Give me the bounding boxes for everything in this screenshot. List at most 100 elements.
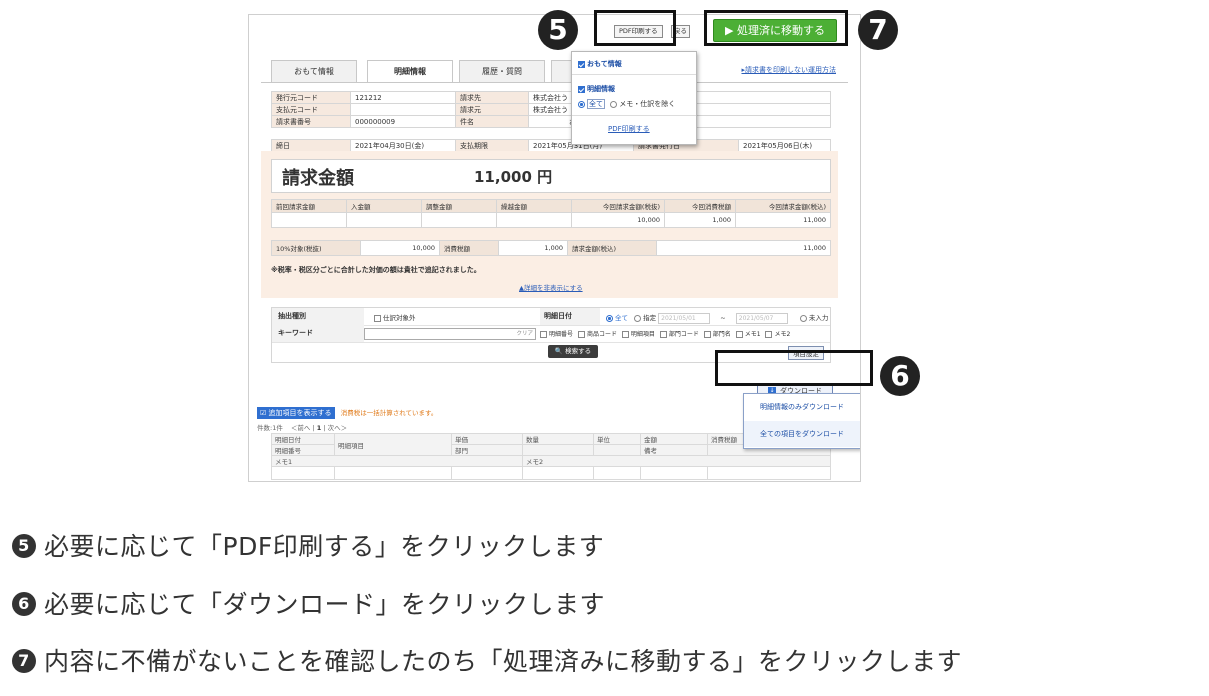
date-filter: 全て 指定 2021/05/01 ~ 2021/05/07 未入力 bbox=[606, 312, 828, 324]
cell: 支払期限 bbox=[455, 139, 529, 152]
cell: 前回請求金額 bbox=[271, 199, 347, 213]
tab-meisai[interactable]: 明細情報 bbox=[367, 60, 453, 83]
cell bbox=[271, 212, 347, 228]
hide-detail-link[interactable]: ▲詳細を非表示にする bbox=[519, 282, 583, 292]
checkbox[interactable] bbox=[621, 331, 629, 338]
checkbox[interactable] bbox=[765, 331, 773, 338]
keyword-label: キーワード bbox=[272, 325, 364, 342]
cell: 10,000 bbox=[360, 240, 440, 256]
instruction-6: 6 必要に応じて「ダウンロード」をクリックします bbox=[12, 585, 605, 621]
radio-exclude[interactable] bbox=[610, 100, 618, 108]
cell: 調整金額 bbox=[421, 199, 497, 213]
cell: 1,000 bbox=[664, 212, 736, 228]
radio-all-label: 全て bbox=[615, 314, 628, 322]
date-from-input[interactable]: 2021/05/01 bbox=[658, 312, 711, 324]
kind-option[interactable]: 仕訳対象外 bbox=[374, 312, 416, 322]
step-badge-6: 6 bbox=[880, 356, 920, 396]
cell: 2021年05月06日(木) bbox=[738, 139, 831, 152]
amount-label: 請求金額 bbox=[282, 168, 354, 189]
cell: 今回請求金額(税込) bbox=[735, 199, 831, 213]
cell: 請求金額(税込) bbox=[567, 240, 657, 256]
opt-label: 部門名 bbox=[712, 331, 731, 338]
keyword-input[interactable]: クリア bbox=[364, 328, 536, 340]
add-column-label: 追加項目を表示する bbox=[268, 409, 332, 417]
instruction-7: 7 内容に不備がないことを確認したのち「処理済みに移動する」をクリックします bbox=[12, 642, 962, 678]
filter-row-kind: 抽出種別 仕訳対象外 明細日付 全て 指定 2021/05/01 ~ 2021/… bbox=[272, 308, 830, 326]
radio-all[interactable] bbox=[578, 100, 585, 108]
checkbox[interactable] bbox=[577, 331, 585, 338]
pdf-print-button[interactable]: PDF印刷する bbox=[614, 25, 663, 38]
current-page[interactable]: 1 bbox=[317, 424, 322, 432]
keyword-clear[interactable]: クリア bbox=[516, 329, 533, 337]
prev-page-link[interactable]: ＜前へ bbox=[291, 424, 311, 432]
cell: 入金額 bbox=[346, 199, 422, 213]
opt-label: 部門コード bbox=[668, 331, 699, 338]
date-to-input[interactable]: 2021/05/07 bbox=[735, 312, 788, 324]
step-number: 6 bbox=[12, 592, 36, 616]
radio-specify[interactable] bbox=[634, 314, 642, 322]
radio-all[interactable] bbox=[606, 314, 613, 322]
instruction-text: 必要に応じて「PDF印刷する」をクリックします bbox=[44, 532, 605, 561]
filter-row-keyword: キーワード クリア 明細番号 商品コード 明細項目 部門コード 部門名 メモ1 … bbox=[272, 325, 830, 343]
radio-exclude-label: メモ・仕訳を除く bbox=[619, 100, 676, 108]
pdf-print-link[interactable]: PDF印刷する bbox=[608, 124, 650, 134]
add-column-button[interactable]: ☑ 追加項目を表示する bbox=[257, 407, 335, 419]
cell: メモ2 bbox=[522, 455, 831, 467]
next-page-link[interactable]: 次へ＞ bbox=[328, 424, 348, 432]
table-row: 10,000 1,000 11,000 bbox=[271, 212, 831, 228]
checkbox[interactable] bbox=[578, 85, 585, 93]
cell: 請求先 bbox=[455, 91, 529, 104]
table-row: 締日 2021年04月30日(金) 支払期限 2021年05月31日(月) 請求… bbox=[271, 139, 831, 152]
tax-note: ※税率・税区分ごとに合計した対価の額は貴社で追記されました。 bbox=[271, 266, 481, 274]
column-setting-button[interactable]: 項目設定 bbox=[788, 346, 824, 360]
cell: 発行元コード bbox=[271, 91, 351, 104]
amount-value: 11,000 円 bbox=[474, 168, 553, 186]
move-to-processed-button[interactable]: ▶ 処理済に移動する bbox=[713, 19, 837, 42]
download-all-items[interactable]: 全ての項目をダウンロード bbox=[744, 421, 860, 447]
cell: 今回請求金額(税抜) bbox=[571, 199, 665, 213]
cell: 請求書番号 bbox=[271, 115, 351, 128]
cell bbox=[451, 466, 523, 480]
step-badge-5: 5 bbox=[538, 10, 578, 50]
instruction-5: 5 必要に応じて「PDF印刷する」をクリックします bbox=[12, 527, 604, 563]
tab-history[interactable]: 履歴・質問 bbox=[459, 60, 545, 82]
pdf-meisai-option[interactable]: 明細情報 bbox=[578, 84, 615, 94]
checkbox[interactable] bbox=[578, 60, 585, 68]
opt-label: 明細項目 bbox=[630, 331, 655, 338]
tab-omote[interactable]: おもて情報 bbox=[271, 60, 357, 82]
add-column-area: ☑ 追加項目を表示する 消費税は一括計算されています。 bbox=[257, 407, 437, 419]
opt-label: 商品コード bbox=[586, 331, 617, 338]
cell: 締日 bbox=[271, 139, 351, 152]
cell bbox=[271, 466, 335, 480]
table-row: メモ1 メモ2 bbox=[271, 455, 831, 467]
checkbox[interactable] bbox=[735, 331, 743, 338]
no-print-link[interactable]: ▸請求書を印刷しない運用方法 bbox=[741, 65, 836, 75]
checkbox[interactable] bbox=[540, 331, 547, 338]
checkbox[interactable] bbox=[374, 314, 381, 322]
download-details-only[interactable]: 明細情報のみダウンロード bbox=[744, 394, 860, 420]
cell: メモ1 bbox=[271, 455, 523, 467]
radio-all-label: 全て bbox=[587, 99, 605, 109]
radio-no-input-label: 未入力 bbox=[808, 314, 829, 322]
cell: 10%対象(税抜) bbox=[271, 240, 361, 256]
checkbox[interactable] bbox=[703, 331, 711, 338]
return-button[interactable]: 戻る bbox=[671, 25, 690, 38]
opt-label: メモ1 bbox=[744, 331, 761, 338]
tab-underline bbox=[261, 82, 848, 83]
pdf-omote-option[interactable]: おもて情報 bbox=[578, 59, 622, 69]
filter-kind-label: 抽出種別 bbox=[272, 308, 364, 325]
radio-no-input[interactable] bbox=[799, 314, 807, 322]
cell: 明細番号 bbox=[271, 444, 335, 456]
cell: 件名 bbox=[455, 115, 529, 128]
cell: 今回消費税額 bbox=[664, 199, 736, 213]
cell bbox=[350, 103, 456, 116]
search-button-label: 検索する bbox=[565, 347, 592, 355]
table-row: 支払元コード 請求元 株式会社う bbox=[271, 103, 831, 116]
search-button[interactable]: 🔍 検索する bbox=[548, 345, 598, 358]
table-row bbox=[271, 466, 831, 480]
cell bbox=[707, 466, 831, 480]
checkbox[interactable] bbox=[659, 331, 667, 338]
info-table: 発行元コード 121212 請求先 株式会社う 支払元コード 請求元 株式会社う… bbox=[271, 91, 831, 128]
cell: 消費税額 bbox=[439, 240, 499, 256]
cell: 11,000 bbox=[656, 240, 831, 256]
